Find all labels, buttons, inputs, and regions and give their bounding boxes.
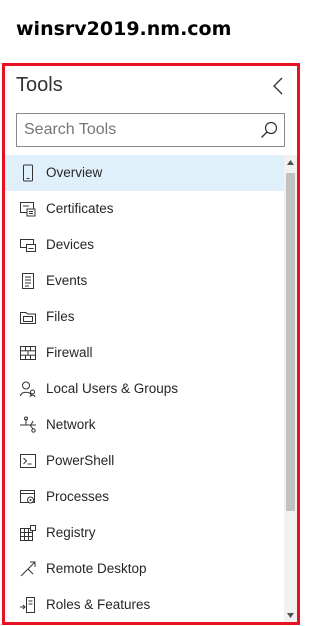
tool-label: Registry <box>46 525 96 540</box>
search-tools-input[interactable] <box>17 114 255 146</box>
collapse-tools-button[interactable] <box>269 75 287 97</box>
processes-icon <box>19 488 37 506</box>
tool-label: Local Users & Groups <box>46 381 179 396</box>
tool-label: Devices <box>46 237 95 252</box>
tool-item-powershell[interactable]: PowerShell <box>5 443 284 479</box>
tool-item-registry[interactable]: Registry <box>5 515 284 551</box>
tool-item-devices[interactable]: Devices <box>5 227 284 263</box>
tools-panel: Tools Overview Certificates <box>2 63 300 625</box>
chevron-left-icon <box>273 77 283 95</box>
server-name-title: winsrv2019.nm.com <box>16 18 232 40</box>
tool-label: Events <box>46 273 88 288</box>
tool-label: Firewall <box>46 345 93 360</box>
tool-item-firewall[interactable]: Firewall <box>5 335 284 371</box>
tools-header: Tools <box>5 66 297 106</box>
remote-desktop-icon <box>19 560 37 578</box>
tool-list: Overview Certificates Devices Events Fil… <box>5 155 284 622</box>
tool-label: Network <box>46 417 96 432</box>
tool-item-network[interactable]: Network <box>5 407 284 443</box>
tool-label: Overview <box>46 165 103 180</box>
tool-item-remote-desktop[interactable]: Remote Desktop <box>5 551 284 587</box>
tool-item-processes[interactable]: Processes <box>5 479 284 515</box>
tool-item-files[interactable]: Files <box>5 299 284 335</box>
tool-item-certificates[interactable]: Certificates <box>5 191 284 227</box>
scroll-up-arrow-icon[interactable] <box>284 155 297 169</box>
tool-label: Processes <box>46 489 110 504</box>
scroll-thumb[interactable] <box>286 173 295 511</box>
tool-item-events[interactable]: Events <box>5 263 284 299</box>
tool-label: PowerShell <box>46 453 115 468</box>
certificates-icon <box>19 200 37 218</box>
tool-item-overview[interactable]: Overview <box>5 155 284 191</box>
files-icon <box>19 308 37 326</box>
firewall-icon <box>19 344 37 362</box>
tools-title: Tools <box>16 74 63 96</box>
powershell-icon <box>19 452 37 470</box>
overview-icon <box>19 164 37 182</box>
tool-label: Remote Desktop <box>46 561 147 576</box>
search-box <box>16 113 285 147</box>
registry-icon <box>19 524 37 542</box>
network-icon <box>19 416 37 434</box>
events-icon <box>19 272 37 290</box>
tool-label: Certificates <box>46 201 114 216</box>
users-groups-icon <box>19 380 37 398</box>
tool-label: Files <box>46 309 75 324</box>
tool-item-local-users-groups[interactable]: Local Users & Groups <box>5 371 284 407</box>
scroll-down-arrow-icon[interactable] <box>284 608 297 622</box>
devices-icon <box>19 236 37 254</box>
tool-list-scrollbar[interactable] <box>284 155 297 622</box>
tool-label: Roles & Features <box>46 597 151 612</box>
search-icon[interactable] <box>260 121 278 139</box>
tool-item-roles-features[interactable]: Roles & Features <box>5 587 284 622</box>
roles-features-icon <box>19 596 37 614</box>
